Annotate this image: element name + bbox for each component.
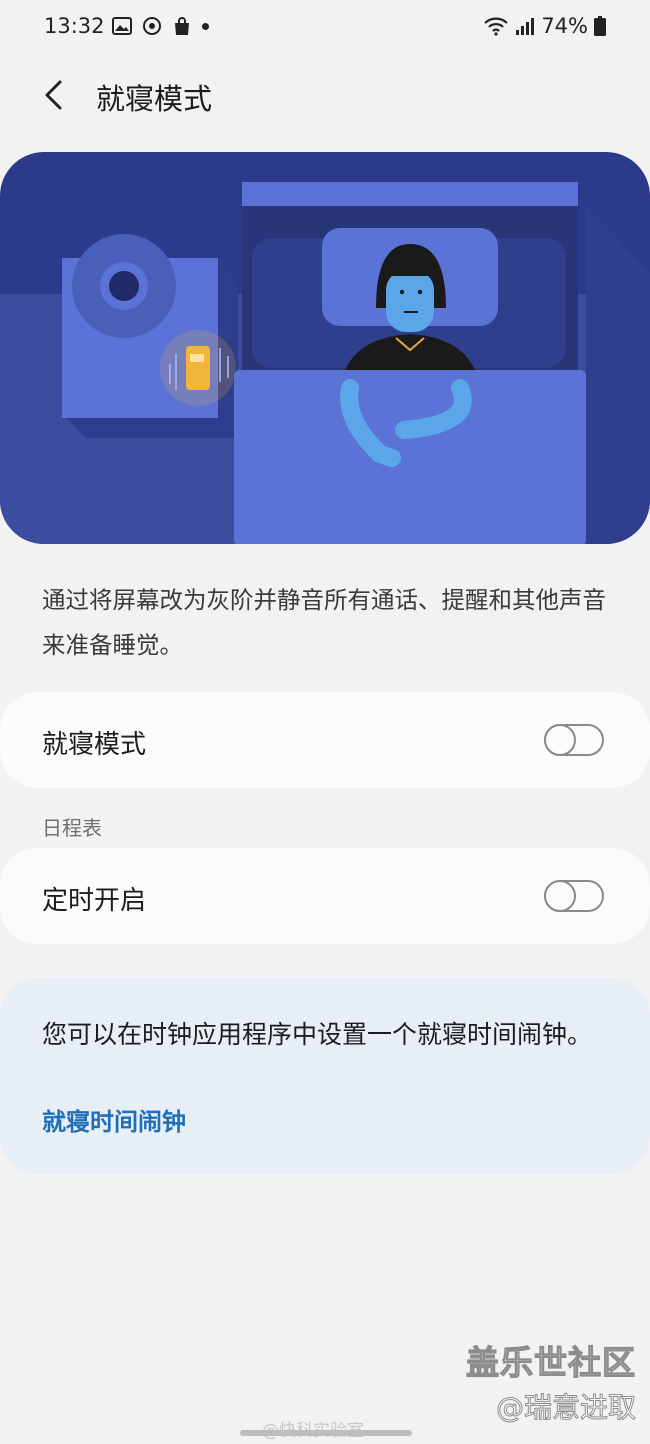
brand-watermark: 盖乐世社区 xyxy=(465,1342,636,1382)
notification-dot-icon xyxy=(202,22,209,30)
gesture-nav-bar[interactable] xyxy=(240,1430,412,1436)
app-bar: 就寝模式 xyxy=(0,62,650,128)
hero-illustration xyxy=(0,152,650,544)
signal-icon xyxy=(516,18,535,35)
weibo-watermark: @快科实验室 xyxy=(262,1416,364,1441)
scheduled-on-row[interactable]: 定时开启 xyxy=(0,848,650,944)
gallery-icon xyxy=(112,17,132,35)
schedule-section-label: 日程表 xyxy=(42,816,102,840)
battery-percent: 74% xyxy=(541,14,588,38)
status-time: 13:32 xyxy=(44,14,105,38)
feature-description: 通过将屏幕改为灰阶并静音所有通话、提醒和其他声音来准备睡觉。 xyxy=(42,586,606,659)
status-bar: 13:32 74% xyxy=(0,0,650,58)
switch-knob xyxy=(543,723,576,756)
author-watermark: @瑞意进取 xyxy=(495,1391,636,1425)
bedtime-mode-row[interactable]: 就寝模式 xyxy=(0,692,650,788)
switch-knob xyxy=(543,879,576,912)
bedtime-illustration xyxy=(0,152,650,544)
scheduled-on-label: 定时开启 xyxy=(42,886,147,916)
status-left-icons xyxy=(112,16,209,36)
sync-icon xyxy=(143,17,161,35)
chevron-left-icon xyxy=(45,80,62,110)
back-button[interactable] xyxy=(36,72,76,118)
bedtime-alarm-link[interactable]: 就寝时间闹钟 xyxy=(42,1102,186,1137)
shopping-bag-icon xyxy=(175,17,189,35)
bedtime-mode-label: 就寝模式 xyxy=(42,730,147,760)
bedtime-alarm-info-card: 您可以在时钟应用程序中设置一个就寝时间闹钟。 就寝时间闹钟 xyxy=(0,978,650,1174)
scheduled-on-switch[interactable] xyxy=(543,879,604,912)
status-right-icons: 74% xyxy=(483,14,606,38)
bedtime-mode-switch[interactable] xyxy=(543,723,604,756)
info-text: 您可以在时钟应用程序中设置一个就寝时间闹钟。 xyxy=(42,1020,593,1049)
wifi-icon xyxy=(484,17,509,36)
battery-icon xyxy=(594,16,606,36)
page-title: 就寝模式 xyxy=(96,82,213,116)
